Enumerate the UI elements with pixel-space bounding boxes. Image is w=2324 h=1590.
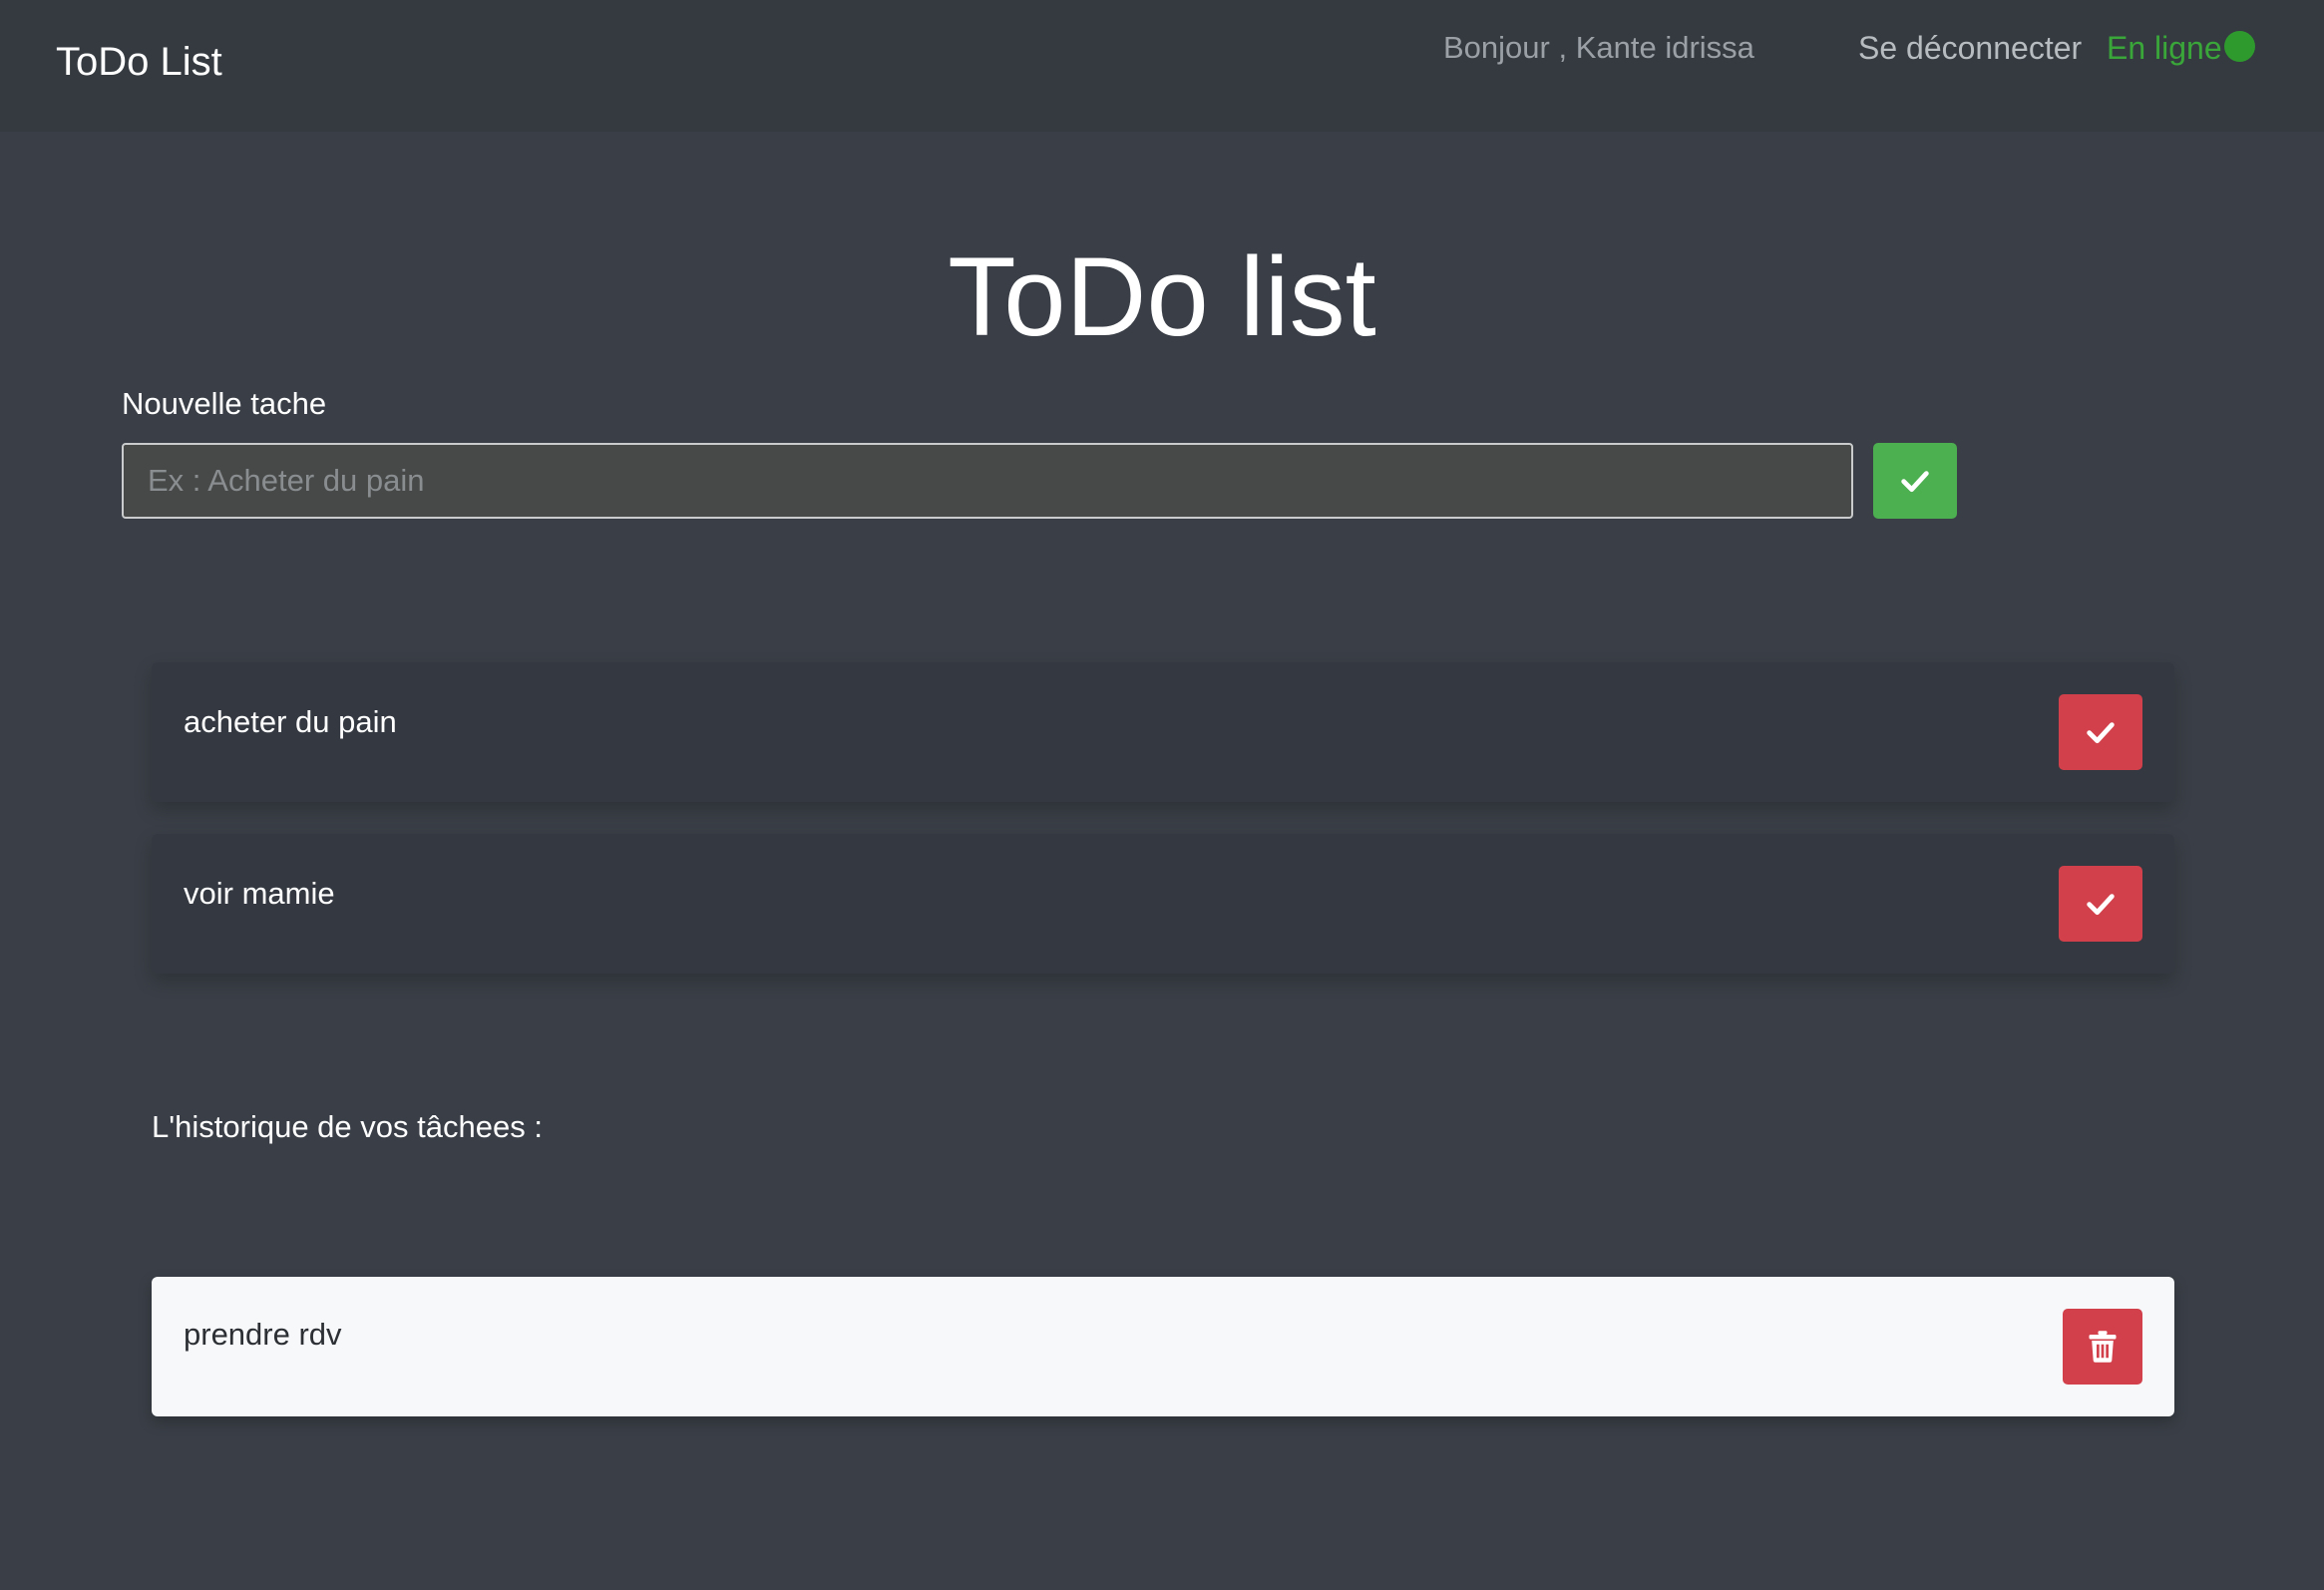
complete-task-button[interactable] — [2059, 866, 2142, 942]
check-icon — [2085, 888, 2117, 920]
task-text: voir mamie — [184, 876, 335, 911]
user-greeting: Bonjour , Kante idrissa — [1443, 30, 1754, 65]
check-icon — [2085, 716, 2117, 748]
navbar-brand[interactable]: ToDo List — [56, 38, 222, 86]
navbar: ToDo List Bonjour , Kante idrissa Se déc… — [0, 0, 2324, 132]
new-task-input[interactable] — [122, 443, 1853, 519]
task-card: acheter du pain — [152, 662, 2174, 802]
check-icon — [1899, 465, 1931, 497]
page-title: ToDo list — [948, 234, 1376, 359]
task-card: voir mamie — [152, 834, 2174, 974]
online-status-label: En ligne — [2107, 30, 2222, 66]
online-status-dot-icon — [2224, 31, 2255, 62]
logout-link[interactable]: Se déconnecter — [1858, 28, 2082, 68]
new-task-label: Nouvelle tache — [122, 386, 327, 421]
history-item-text: prendre rdv — [184, 1317, 342, 1352]
task-text: acheter du pain — [184, 704, 397, 739]
add-task-button[interactable] — [1873, 443, 1957, 519]
delete-history-button[interactable] — [2063, 1309, 2142, 1385]
complete-task-button[interactable] — [2059, 694, 2142, 770]
history-item: prendre rdv — [152, 1277, 2174, 1416]
trash-icon — [2088, 1330, 2118, 1364]
history-title: L'historique de vos tâchees : — [152, 1109, 543, 1144]
